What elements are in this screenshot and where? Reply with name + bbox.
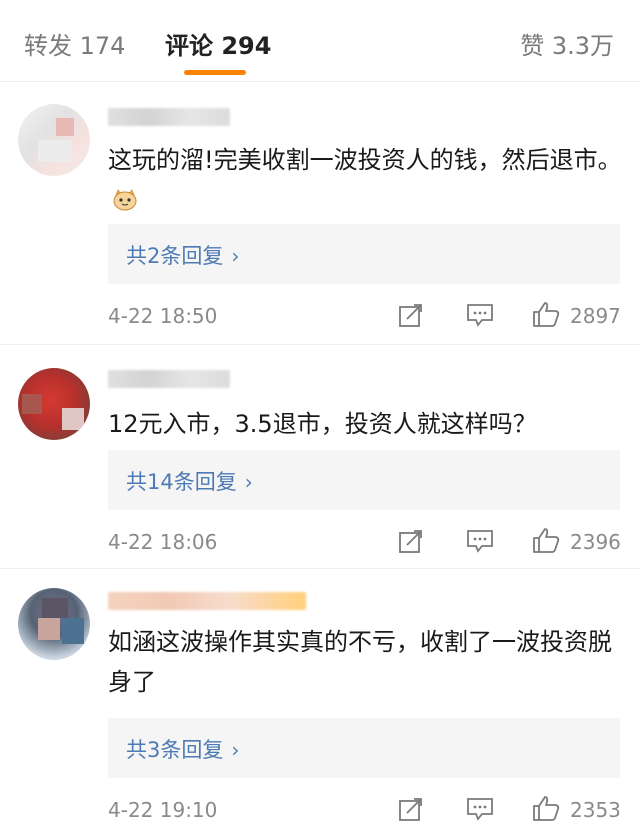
replies-count-text: 共14条回复 — [126, 470, 237, 494]
thumbs-up-icon[interactable] — [532, 794, 560, 822]
comment-text: 如涵这波操作其实真的不亏，收割了一波投资脱身了 — [108, 628, 612, 696]
divider — [0, 568, 640, 569]
tab-likes[interactable]: 赞 3.3万 — [520, 26, 614, 61]
username-blurred[interactable] — [108, 370, 230, 388]
comment-item: 这玩的溜!完美收割一波投资人的钱，然后退市。 共2条回复 › 4-22 18:50… — [0, 82, 640, 352]
comment-icon[interactable] — [466, 529, 494, 553]
replies-button[interactable]: 共2条回复 › — [108, 224, 620, 284]
replies-button[interactable]: 共14条回复 › — [108, 450, 620, 510]
repost-icon[interactable] — [398, 528, 424, 554]
active-tab-indicator — [184, 70, 246, 75]
avatar-pixel — [42, 598, 68, 618]
avatar-pixel — [22, 394, 42, 414]
avatar[interactable] — [18, 588, 90, 660]
chevron-right-icon: › — [231, 738, 240, 762]
chevron-right-icon: › — [244, 470, 253, 494]
avatar-pixel — [56, 118, 74, 136]
replies-count-text: 共2条回复 — [126, 244, 224, 268]
like-count: 2396 — [570, 530, 621, 554]
like-count: 2897 — [570, 304, 621, 328]
comment-text: 12元入市，3.5退市，投资人就这样吗？ — [108, 410, 537, 438]
comment-icon[interactable] — [466, 797, 494, 821]
avatar[interactable] — [18, 104, 90, 176]
avatar-pixel — [38, 140, 72, 162]
replies-label: 共3条回复 › — [126, 734, 239, 764]
avatar[interactable] — [18, 368, 90, 440]
like-count: 2353 — [570, 798, 621, 822]
avatar-pixel — [38, 618, 60, 640]
replies-button[interactable]: 共3条回复 › — [108, 718, 620, 778]
cat-face-emoji — [113, 189, 137, 211]
username-blurred[interactable] — [108, 108, 230, 126]
avatar-pixel — [62, 408, 84, 430]
tab-comments[interactable]: 评论 294 — [165, 26, 271, 61]
comment-list: 这玩的溜!完美收割一波投资人的钱，然后退市。 共2条回复 › 4-22 18:50… — [0, 82, 640, 835]
thumbs-up-icon[interactable] — [532, 300, 560, 328]
tab-repost[interactable]: 转发 174 — [24, 26, 125, 61]
comment-time: 4-22 18:50 — [108, 304, 218, 328]
replies-label: 共2条回复 › — [126, 240, 239, 270]
repost-icon[interactable] — [398, 302, 424, 328]
comment-time: 4-22 19:10 — [108, 798, 218, 822]
replies-count-text: 共3条回复 — [126, 738, 224, 762]
comment-tabs: 转发 174 评论 294 赞 3.3万 — [0, 0, 640, 82]
comment-text: 这玩的溜!完美收割一波投资人的钱，然后退市。 — [108, 140, 628, 220]
comment-body: 这玩的溜!完美收割一波投资人的钱，然后退市。 — [108, 146, 622, 174]
comment-item: 12元入市，3.5退市，投资人就这样吗？ 共14条回复 › 4-22 18:06 … — [0, 352, 640, 582]
chevron-right-icon: › — [231, 244, 240, 268]
repost-icon[interactable] — [398, 796, 424, 822]
comment-time: 4-22 18:06 — [108, 530, 218, 554]
comment-icon[interactable] — [466, 303, 494, 327]
username-blurred[interactable] — [108, 592, 306, 610]
avatar-pixel — [62, 618, 84, 644]
replies-label: 共14条回复 › — [126, 466, 253, 496]
thumbs-up-icon[interactable] — [532, 526, 560, 554]
divider — [0, 344, 640, 345]
comment-item: 如涵这波操作其实真的不亏，收割了一波投资脱身了 共3条回复 › 4-22 19:1… — [0, 576, 640, 835]
